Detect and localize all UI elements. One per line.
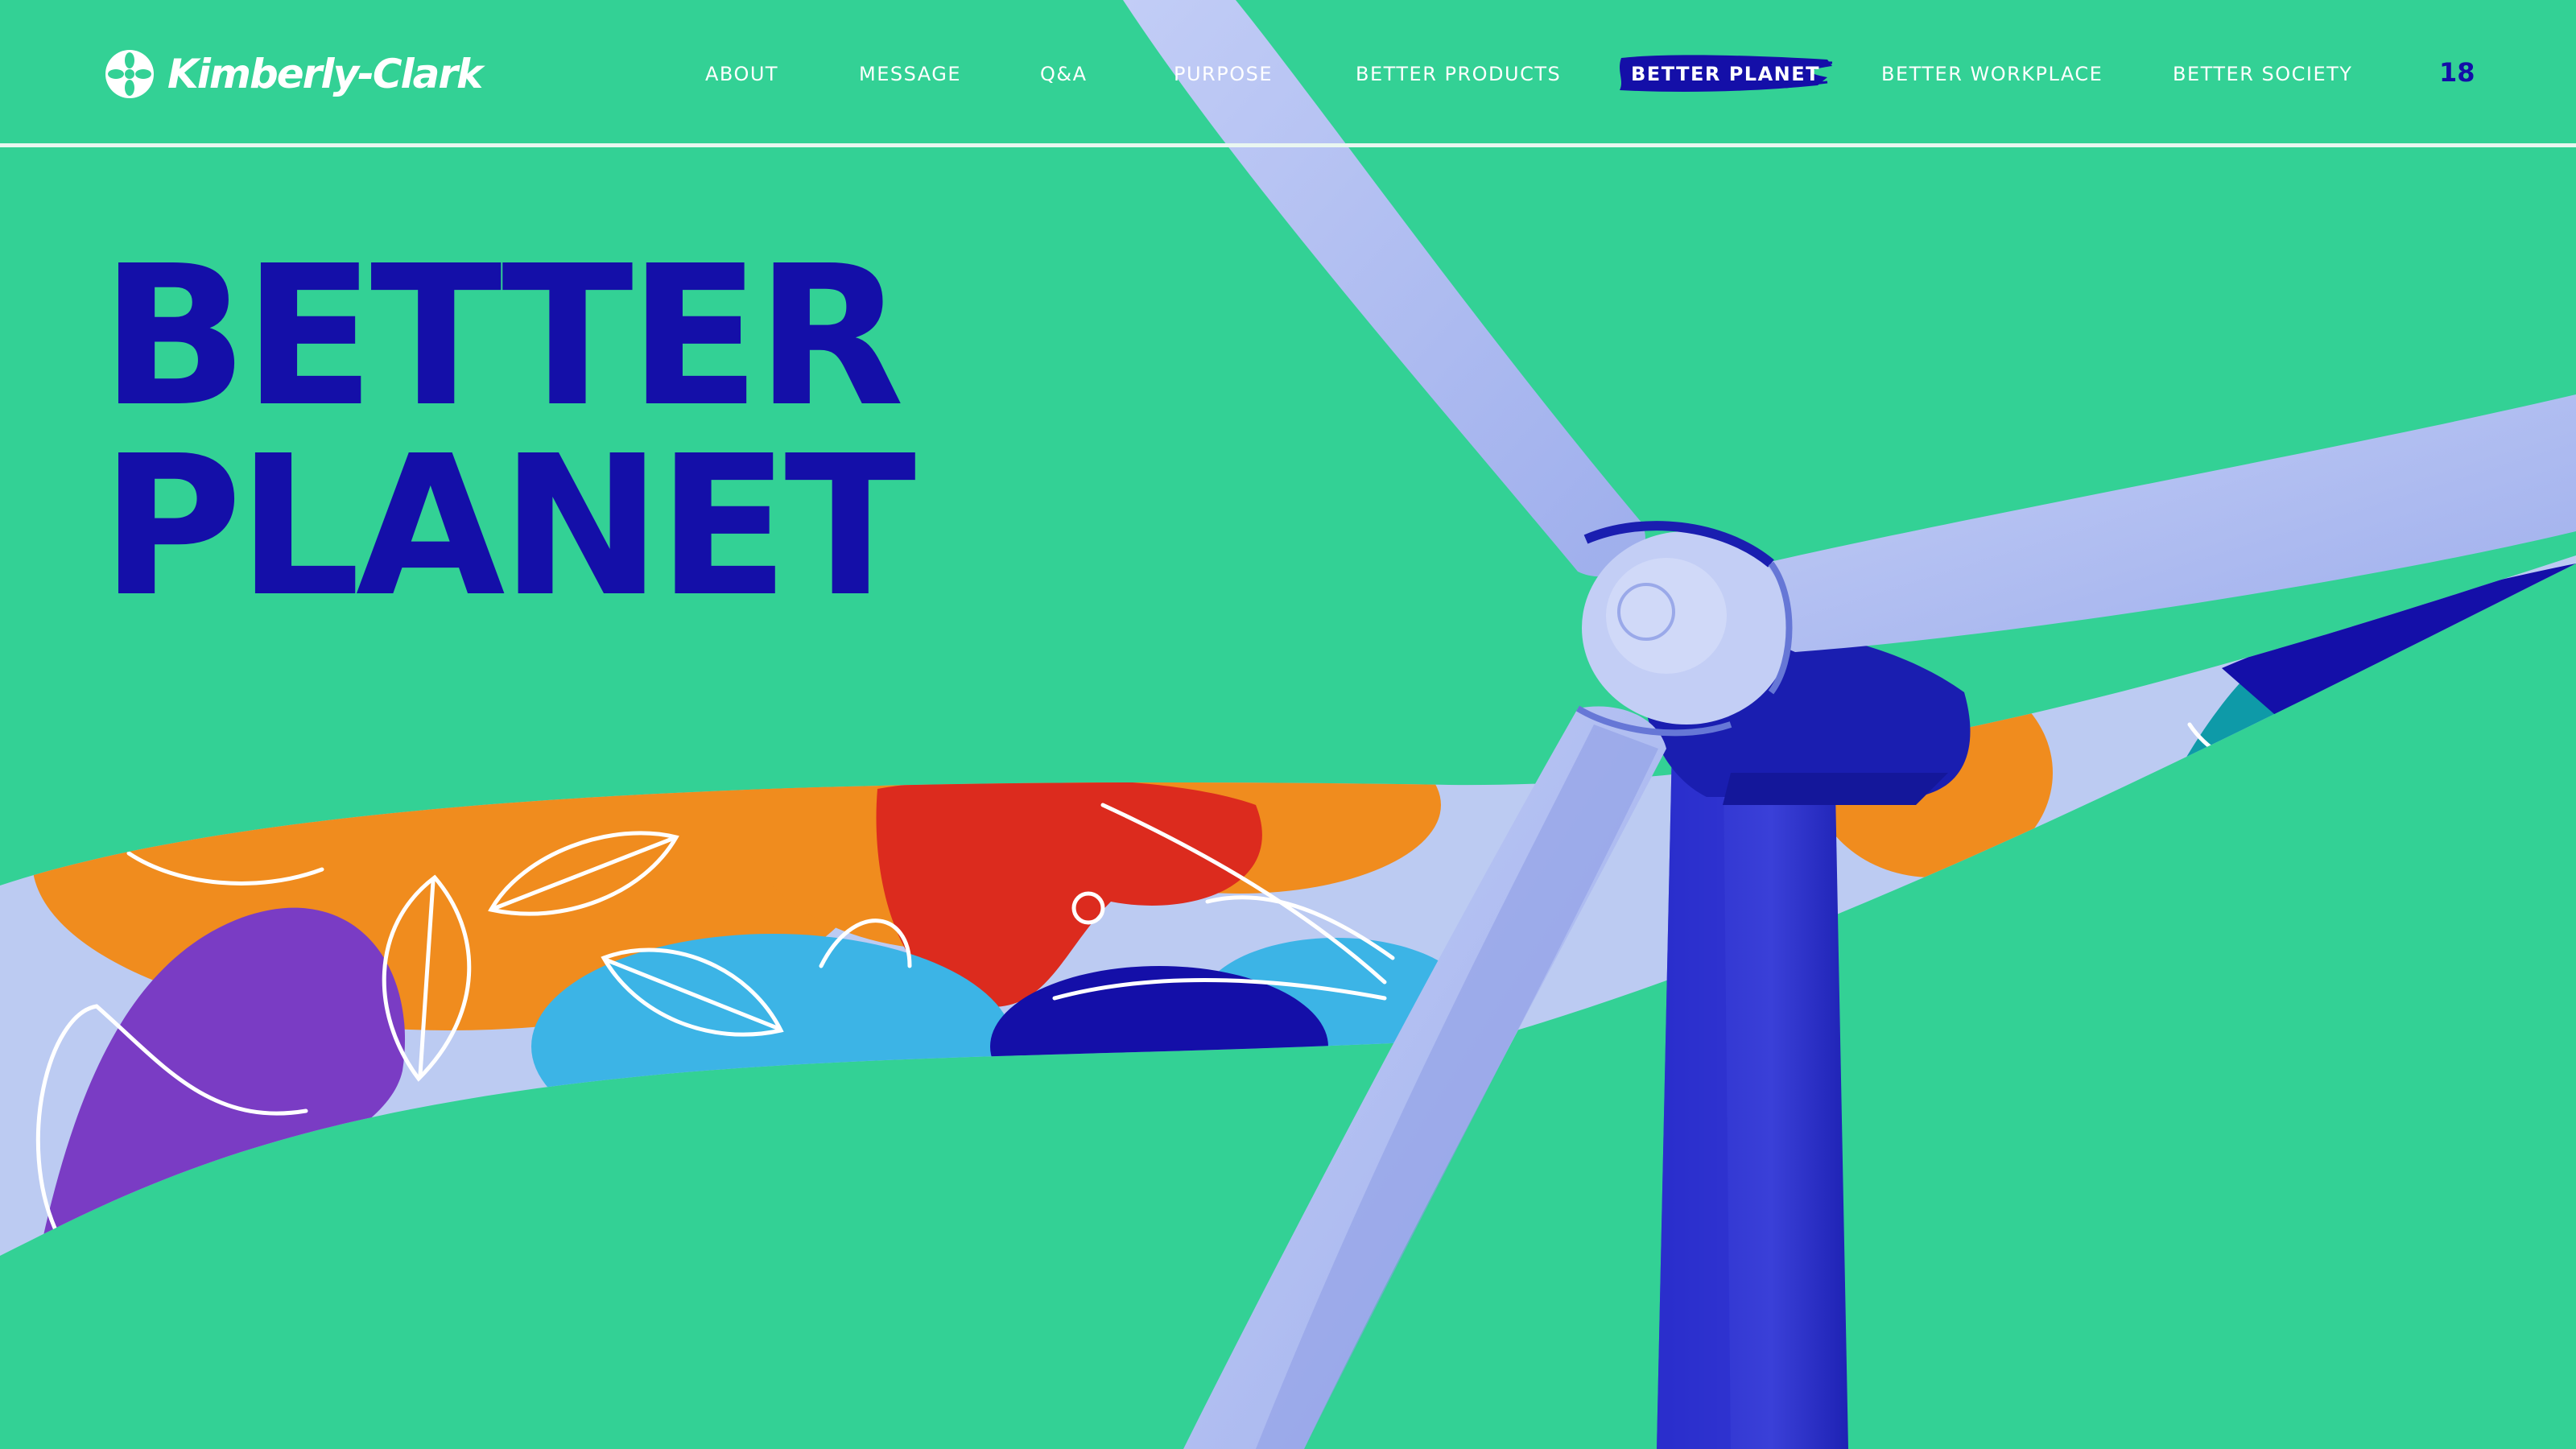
nav-better-workplace[interactable]: BETTER WORKPLACE — [1881, 56, 2103, 92]
page-title: BETTER PLANET — [101, 224, 916, 639]
main-nav: ABOUT MESSAGE Q&A PURPOSE BETTER PRODUCT… — [0, 56, 2576, 92]
hero-illustration — [0, 0, 2576, 1449]
nav-better-planet[interactable]: BETTER PLANET — [1631, 56, 1820, 92]
wind-turbine — [1123, 0, 2576, 1449]
nav-purpose[interactable]: PURPOSE — [1174, 56, 1273, 92]
nav-about[interactable]: ABOUT — [705, 56, 778, 92]
nav-message[interactable]: MESSAGE — [859, 56, 961, 92]
page-title-line-1: BETTER — [101, 224, 905, 449]
page-title-line-2: PLANET — [101, 414, 916, 639]
nav-better-products[interactable]: BETTER PRODUCTS — [1356, 56, 1561, 92]
page-number: 18 — [2439, 57, 2475, 88]
site-header: Kimberly-Clark ABOUT MESSAGE Q&A PURPOSE… — [0, 0, 2576, 147]
header-divider — [0, 143, 2576, 147]
nav-qa[interactable]: Q&A — [1040, 56, 1088, 92]
nav-better-society[interactable]: BETTER SOCIETY — [2173, 56, 2352, 92]
